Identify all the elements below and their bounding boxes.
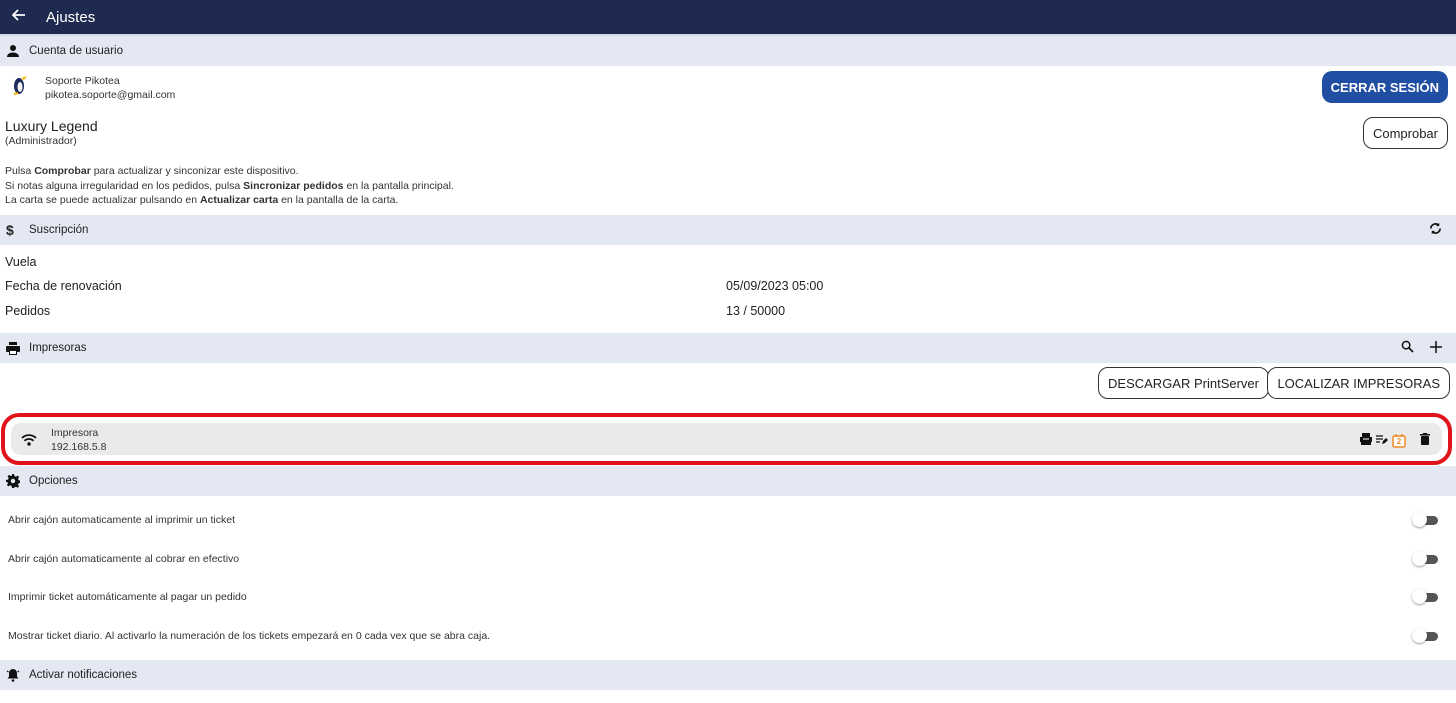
business-name: Luxury Legend bbox=[5, 118, 98, 134]
bell-icon bbox=[6, 668, 24, 682]
receipt-printer-icon[interactable] bbox=[1360, 432, 1372, 450]
app-bar: Ajustes bbox=[0, 0, 1456, 36]
dollar-icon: $ bbox=[6, 222, 14, 238]
printer-item[interactable]: Impresora 192.168.5.8 2 bbox=[11, 423, 1442, 455]
options-list: Abrir cajón automaticamente al imprimir … bbox=[0, 496, 1456, 660]
info-line: La carta se puede actualizar pulsando en… bbox=[5, 194, 399, 206]
person-icon bbox=[6, 44, 24, 58]
info-line: Pulsa Comprobar para actualizar y sincon… bbox=[5, 165, 299, 177]
edit-list-icon[interactable] bbox=[1376, 432, 1388, 450]
business-role: (Administrador) bbox=[5, 135, 77, 147]
option-row: Mostrar ticket diario. Al activarlo la n… bbox=[0, 617, 1456, 656]
account-section-header: Cuenta de usuario bbox=[0, 36, 1456, 66]
options-section-header: Opciones bbox=[0, 466, 1456, 496]
sync-icon[interactable] bbox=[1429, 222, 1442, 238]
section-title: Activar notificaciones bbox=[29, 669, 138, 681]
option-row: Abrir cajón automaticamente al cobrar en… bbox=[0, 540, 1456, 579]
user-email: pikotea.soporte@gmail.com bbox=[45, 89, 176, 101]
page-title: Ajustes bbox=[46, 8, 96, 26]
printer-item-highlight: Impresora 192.168.5.8 2 bbox=[1, 413, 1452, 465]
section-title: Cuenta de usuario bbox=[29, 45, 123, 57]
option-label: Imprimir ticket automáticamente al pagar… bbox=[8, 591, 247, 604]
plan-name: Vuela bbox=[5, 255, 37, 269]
printer-actions-row: DESCARGAR PrintServer LOCALIZAR IMPRESOR… bbox=[0, 363, 1456, 403]
orders-label: Pedidos bbox=[5, 304, 51, 318]
option-label: Abrir cajón automaticamente al imprimir … bbox=[8, 514, 236, 527]
trash-icon[interactable] bbox=[1420, 432, 1430, 450]
info-text: Pulsa Comprobar para actualizar y sincon… bbox=[0, 148, 1456, 215]
option-row: Imprimir ticket automáticamente al pagar… bbox=[0, 578, 1456, 617]
notifications-section-header: Activar notificaciones bbox=[0, 660, 1456, 690]
option-label: Abrir cajón automaticamente al cobrar en… bbox=[8, 552, 240, 565]
plus-icon[interactable] bbox=[1430, 340, 1442, 356]
logout-button[interactable]: CERRAR SESIÓN bbox=[1321, 71, 1448, 103]
section-title: Suscripción bbox=[29, 224, 89, 236]
penguin-avatar bbox=[10, 74, 28, 101]
option-toggle[interactable] bbox=[1412, 589, 1438, 605]
business-row: Luxury Legend (Administrador) Comprobar bbox=[0, 108, 1456, 149]
wifi-icon bbox=[21, 433, 37, 451]
option-label: Mostrar ticket diario. Al activarlo la n… bbox=[8, 629, 491, 642]
user-name: Soporte Pikotea bbox=[45, 75, 120, 87]
option-toggle[interactable] bbox=[1412, 512, 1438, 528]
calendar-day-badge: 2 bbox=[1396, 437, 1402, 446]
gear-icon bbox=[6, 474, 24, 488]
section-title: Impresoras bbox=[29, 342, 87, 354]
renewal-value: 05/09/2023 05:00 bbox=[726, 279, 824, 293]
user-row: Soporte Pikotea pikotea.soporte@gmail.co… bbox=[0, 66, 1456, 108]
option-toggle[interactable] bbox=[1412, 550, 1438, 566]
search-icon[interactable] bbox=[1401, 340, 1414, 356]
renewal-label: Fecha de renovación bbox=[5, 279, 122, 293]
subscription-details: Vuela Fecha de renovación 05/09/2023 05:… bbox=[0, 245, 1456, 333]
calendar-icon[interactable]: 2 bbox=[1392, 434, 1406, 448]
subscription-section-header: $ Suscripción bbox=[0, 215, 1456, 245]
option-row: Abrir cajón automaticamente al imprimir … bbox=[0, 501, 1456, 540]
locate-printers-button[interactable]: LOCALIZAR IMPRESORAS bbox=[1267, 367, 1450, 399]
printer-icon bbox=[6, 341, 24, 355]
printer-ip: 192.168.5.8 bbox=[51, 441, 107, 453]
check-button[interactable]: Comprobar bbox=[1362, 117, 1448, 149]
printer-name: Impresora bbox=[51, 427, 99, 439]
orders-value: 13 / 50000 bbox=[726, 304, 786, 318]
option-toggle[interactable] bbox=[1412, 627, 1438, 643]
section-title: Opciones bbox=[29, 475, 78, 487]
back-arrow-icon[interactable] bbox=[11, 8, 36, 27]
info-line: Si notas alguna irregularidad en los ped… bbox=[5, 179, 454, 192]
download-printserver-button[interactable]: DESCARGAR PrintServer bbox=[1098, 367, 1269, 399]
printers-section-header: Impresoras bbox=[0, 333, 1456, 363]
